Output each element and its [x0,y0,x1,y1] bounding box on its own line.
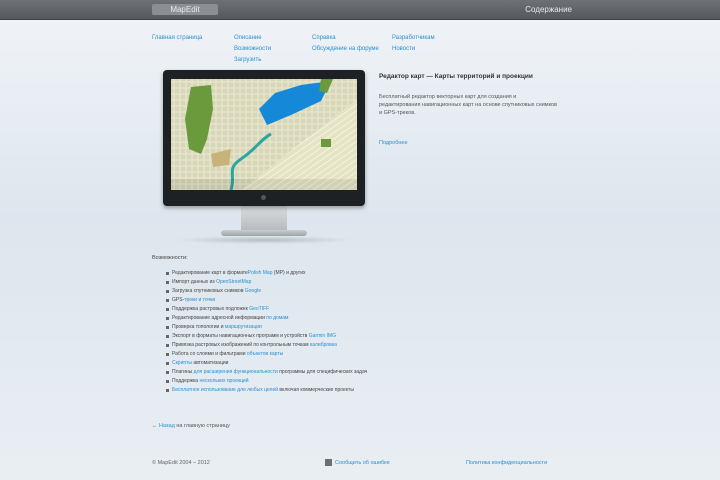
feature-link[interactable]: нескольких проекций [199,378,248,384]
footer-report-label[interactable]: Сообщить об ошибке [335,460,390,466]
bullet-icon [166,317,169,320]
monitor-stand-base [221,230,307,236]
bullet-icon [166,371,169,374]
feature-link[interactable]: GeoTIFF [249,306,269,312]
feature-link[interactable]: Polish Map [248,270,273,276]
back-arrow: ← [152,423,160,429]
feature-link[interactable]: Бесплатное использование для любых целей [172,387,278,393]
intro-text: Бесплатный редактор векторных карт для с… [379,94,558,116]
feature-link[interactable]: маршрутизации [225,324,262,330]
intro-title: Редактор карт — Карты территорий и проек… [379,73,533,80]
bullet-icon [166,353,169,356]
intro-section: Редактор карт — Карты территорий и проек… [379,73,559,149]
feature-link[interactable]: Garmin IMG [309,333,336,339]
footer-privacy-link[interactable]: Политика конфиденциальности [466,460,547,466]
feature-text: Поддержка [172,378,200,384]
nav-group-1: Главная страница [152,33,202,44]
back-link-suffix: на главную страницу [174,423,230,429]
bullet-icon [166,389,169,392]
features-title: Возможности: [152,255,188,261]
feature-item: Редактирование карт в форматеPolish Map … [152,269,452,278]
bullet-icon [166,344,169,347]
monitor-power-dot [261,195,266,200]
nav-link-news[interactable]: Новости [392,44,435,55]
feature-item: Поддержка нескольких проекций [152,377,452,386]
nav-link-help[interactable]: Справка [312,33,379,44]
feature-item: Привязка растровых изображений по контро… [152,341,452,350]
feature-link[interactable]: калибровка [310,342,337,348]
back-link-row: ← Назад на главную страницу [152,423,230,429]
feature-text: GPS- [172,297,185,303]
feature-text: Работа со слоями и фильтрами [172,351,247,357]
site-logo[interactable]: MapEdit [152,4,218,15]
feature-text: Привязка растровых изображений по контро… [172,342,310,348]
monitor-stand [241,206,287,232]
bullet-icon [166,299,169,302]
feature-item: Редактирование адресной информации по до… [152,314,452,323]
feature-link[interactable]: треки и точки [184,297,215,303]
feature-link[interactable]: объектов карты [247,351,283,357]
feature-item: Загрузка спутниковых снимков Google [152,287,452,296]
feature-text-suffix: автоматизации [191,360,229,366]
feature-text-suffix: включая коммерческие проекты [278,387,354,393]
monitor-shadow [173,236,355,244]
nav-link-features[interactable]: Возможности [234,44,271,55]
feature-link[interactable]: Google [245,288,261,294]
nav-group-3: Справка Обсуждение на форуме [312,33,379,55]
top-bar: MapEdit Содержание [0,0,720,20]
top-right-link[interactable]: Содержание [525,5,572,14]
bullet-icon [166,308,169,311]
feature-item: Плагины для расширения функциональности … [152,368,452,377]
feature-text: Импорт данных из [172,279,217,285]
nav-link-download[interactable]: Загрузить [234,55,271,66]
feature-item: Поддержка растровых подложек GeoTIFF [152,305,452,314]
feature-text: Плагины [172,369,194,375]
feature-item: GPS-треки и точки [152,296,452,305]
map-image [171,79,357,190]
feature-text: Редактирование адресной информации [172,315,267,321]
feature-text: Редактирование карт в формате [172,270,248,276]
nav-group-4: Разработчикам Новости [392,33,435,55]
bullet-icon [166,290,169,293]
features-list: Редактирование карт в форматеPolish Map … [152,269,452,395]
nav-group-2: Описание Возможности Загрузить [234,33,271,66]
bullet-icon [166,272,169,275]
bullet-icon [166,380,169,383]
feature-item: Работа со слоями и фильтрами объектов ка… [152,350,452,359]
intro-more-link[interactable]: Подробнее [379,140,408,146]
feature-link[interactable]: для расширения функциональности [194,369,278,375]
feature-text: Экспорт в форматы навигационных программ… [172,333,309,339]
monitor-illustration [163,70,365,244]
footer-copyright: © MapEdit 2004 – 2012 [152,460,210,466]
feature-text: Поддержка растровых подложек [172,306,250,312]
feature-item: Экспорт в форматы навигационных программ… [152,332,452,341]
feature-item: Бесплатное использование для любых целей… [152,386,452,395]
back-link[interactable]: Назад [159,423,175,429]
bullet-icon [166,362,169,365]
feature-text-suffix: (MP) и других [272,270,306,276]
feature-text-suffix: программы для специфических задач [277,369,368,375]
nav-link-developers[interactable]: Разработчикам [392,33,435,44]
nav-link-home[interactable]: Главная страница [152,33,202,44]
bullet-icon [166,335,169,338]
bullet-icon [166,281,169,284]
feature-link[interactable]: Скрипты [172,360,192,366]
monitor-frame [163,70,365,206]
feature-text: Загрузка спутниковых снимков [172,288,245,294]
feature-item: Импорт данных из OpenStreetMap [152,278,452,287]
features-section: Возможности: Редактирование карт в форма… [152,255,452,395]
feature-link[interactable]: OpenStreetMap [216,279,251,285]
nav-link-forum[interactable]: Обсуждение на форуме [312,44,379,55]
footer-report-link[interactable]: Сообщить об ошибке [325,459,390,466]
bug-icon [325,459,332,466]
bullet-icon [166,326,169,329]
feature-item: Проверка топологии и маршрутизации [152,323,452,332]
feature-text: Проверка топологии и [172,324,225,330]
feature-item: Скрипты автоматизации [152,359,452,368]
map-screenshot [171,79,357,190]
nav-link-description[interactable]: Описание [234,33,271,44]
feature-link[interactable]: по домам [266,315,288,321]
